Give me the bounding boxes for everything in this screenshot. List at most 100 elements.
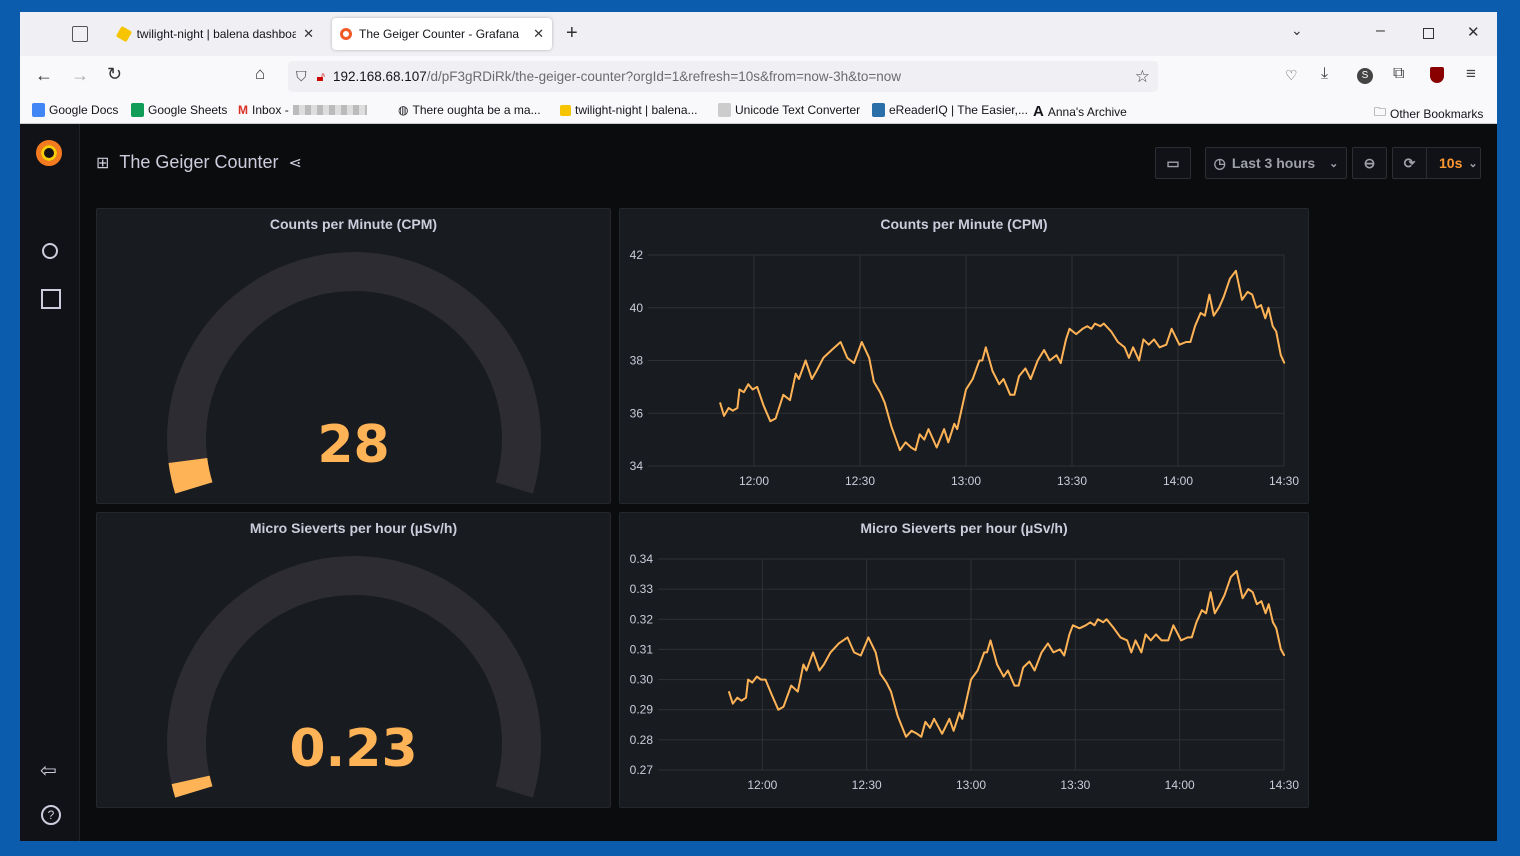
data-point xyxy=(1072,624,1074,626)
data-point xyxy=(1075,333,1077,335)
list-tabs-icon[interactable]: ⌄ xyxy=(1291,22,1303,39)
data-point xyxy=(1142,338,1144,340)
panel-chart-usv[interactable]: Micro Sieverts per hour (µSv/h) 0.27 0.28… xyxy=(619,512,1309,808)
menu-icon[interactable]: ≡ xyxy=(1466,64,1476,84)
search-icon[interactable] xyxy=(42,243,58,259)
bookmark-google-docs[interactable]: Google Docs xyxy=(32,103,118,117)
zoom-out-icon: ⊖ xyxy=(1363,154,1376,171)
zoom-out-button[interactable]: ⊖ xyxy=(1352,147,1387,179)
chart-cpm: 34 36 38 40 42 12:00 12:30 13:00 13:30 14:00 14:30 xyxy=(630,248,1300,488)
shield-icon[interactable]: ⛉ xyxy=(296,68,307,85)
data-point xyxy=(1171,328,1173,330)
data-point xyxy=(736,407,738,409)
data-point xyxy=(1219,603,1221,605)
data-point xyxy=(1063,654,1065,657)
sign-in-icon[interactable]: ⇦ xyxy=(40,758,57,783)
data-point xyxy=(1128,357,1130,359)
data-point xyxy=(941,733,943,735)
data-point xyxy=(1229,278,1231,280)
data-point xyxy=(1283,362,1285,364)
data-point xyxy=(1189,341,1191,343)
data-point xyxy=(868,357,870,359)
x-tick-label: 12:00 xyxy=(739,474,769,488)
panel-chart-cpm[interactable]: Counts per Minute (CPM) 34 36 38 40 42 12:00 1… xyxy=(619,208,1309,504)
bookmark-annas-archive[interactable]: A Anna's Archive xyxy=(1033,103,1127,120)
data-point xyxy=(802,663,804,666)
bookmark-unicode[interactable]: Unicode Text Converter xyxy=(718,103,860,117)
data-point xyxy=(885,681,888,684)
downloads-icon[interactable]: ⤓ xyxy=(1321,65,1328,83)
tv-mode-button[interactable]: ▭ xyxy=(1155,147,1191,179)
time-picker-button[interactable]: ◷ Last 3 hours ⌄ xyxy=(1205,147,1347,179)
bookmark-twilight-night[interactable]: twilight-night | balena... xyxy=(560,103,698,117)
panel-gauge-usv[interactable]: Micro Sieverts per hour (µSv/h) 0.23 xyxy=(96,512,611,808)
data-point xyxy=(873,381,875,383)
data-point xyxy=(1200,312,1202,314)
reload-icon[interactable]: ↻ xyxy=(107,64,122,85)
bookmark-star-icon[interactable]: ☆ xyxy=(1135,67,1150,87)
data-point xyxy=(1119,636,1122,638)
close-icon[interactable]: ✕ xyxy=(303,26,314,42)
pocket-icon[interactable]: ♡ xyxy=(1285,67,1298,84)
data-point xyxy=(1102,621,1104,623)
bookmark-inbox[interactable]: M Inbox - xyxy=(238,103,367,117)
extension-s-icon[interactable]: S xyxy=(1357,68,1373,84)
data-point xyxy=(1013,685,1016,687)
forward-icon[interactable]: → xyxy=(71,65,89,86)
close-window-icon[interactable]: ✕ xyxy=(1467,23,1480,41)
data-point xyxy=(1002,378,1005,380)
close-icon[interactable]: ✕ xyxy=(533,26,544,42)
data-point xyxy=(756,675,758,678)
maximize-icon[interactable] xyxy=(1423,28,1434,39)
x-tick-label: 14:00 xyxy=(1165,778,1195,792)
refresh-interval[interactable]: 10s xyxy=(1439,155,1462,171)
ublock-icon[interactable] xyxy=(1430,67,1444,83)
address-bar[interactable]: ⛉ 🔓︎ 192.168.68.107 /d/pF3gRDiRk/the-gei… xyxy=(288,61,1158,92)
data-point xyxy=(798,378,800,380)
bookmark-google-sheets[interactable]: Google Sheets xyxy=(131,103,227,117)
data-point xyxy=(1018,685,1020,687)
new-tab-icon[interactable]: + xyxy=(566,22,578,45)
data-point xyxy=(1201,609,1203,611)
data-point xyxy=(831,349,833,351)
help-icon[interactable]: ? xyxy=(41,805,61,825)
data-point xyxy=(1272,621,1274,623)
data-point xyxy=(846,357,848,359)
bookmark-there-oughta[interactable]: ◍ There oughta be a ma... xyxy=(398,103,541,117)
home-icon[interactable]: ⌂ xyxy=(255,64,265,84)
data-point xyxy=(818,669,820,672)
back-icon[interactable]: ← xyxy=(35,65,53,86)
bookmark-ereaderiq[interactable]: eReaderIQ | The Easier,... xyxy=(872,103,1028,117)
data-point xyxy=(924,721,927,723)
data-point xyxy=(756,386,758,388)
data-point xyxy=(1155,633,1157,635)
data-point xyxy=(1208,293,1211,296)
tab-overview-icon[interactable] xyxy=(72,26,88,42)
data-point xyxy=(738,388,741,391)
x-tick-label: 13:30 xyxy=(1060,778,1090,792)
dashboard-title[interactable]: The Geiger Counter xyxy=(119,152,278,173)
extensions-icon[interactable]: ⧉ xyxy=(1393,65,1404,83)
dashboards-icon[interactable] xyxy=(41,289,61,309)
minimize-icon[interactable]: – xyxy=(1376,22,1385,40)
grafana-sidebar: ⇦ ? xyxy=(20,124,80,841)
data-point xyxy=(947,441,949,443)
data-point xyxy=(797,691,799,693)
refresh-icon[interactable]: ⟳ xyxy=(1393,148,1427,178)
tab-balena[interactable]: twilight-night | balena dashboa ✕ xyxy=(110,18,322,50)
other-bookmarks[interactable]: 🗀︎ Other Bookmarks xyxy=(1374,103,1483,124)
panel-gauge-cpm[interactable]: Counts per Minute (CPM) 28 xyxy=(96,208,611,504)
data-point xyxy=(1256,603,1258,605)
grafana-logo[interactable] xyxy=(36,140,62,166)
data-point xyxy=(1167,639,1169,641)
share-icon[interactable]: ⋖ xyxy=(289,153,302,173)
data-point xyxy=(1055,354,1058,356)
globe-icon: ◍ xyxy=(398,103,409,117)
x-tick-label: 12:00 xyxy=(747,778,777,792)
data-point xyxy=(1140,651,1143,654)
insecure-lock-icon[interactable]: 🔓︎ xyxy=(317,69,325,85)
data-point xyxy=(736,697,738,699)
data-point xyxy=(1065,338,1067,340)
refresh-button[interactable]: ⟳ 10s ⌄ xyxy=(1392,147,1481,179)
tab-grafana[interactable]: The Geiger Counter - Grafana ✕ xyxy=(332,18,552,50)
